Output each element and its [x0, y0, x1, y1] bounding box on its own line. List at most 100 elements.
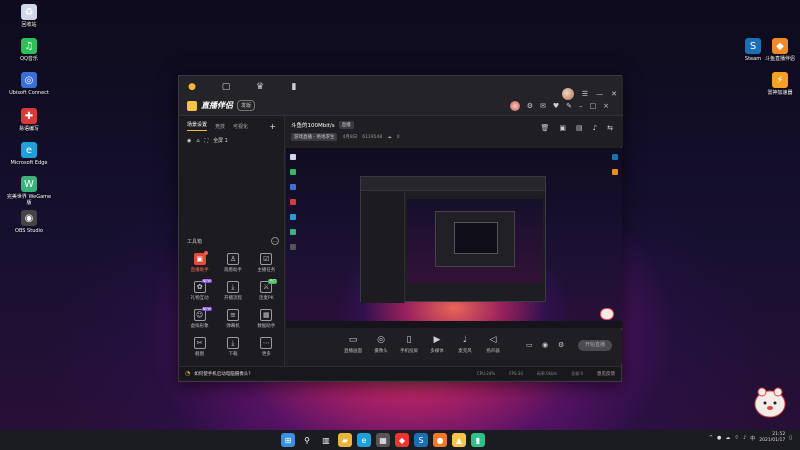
desktop-icon[interactable]: ♻ 回收站: [6, 4, 52, 28]
scene-item[interactable]: ◉ ⌂ ⛶ 全屏 1: [179, 131, 284, 150]
tool-data[interactable]: ▦ 数据助手: [250, 309, 283, 329]
desktop-icon[interactable]: ◉ OBS Studio: [6, 210, 52, 234]
tool-avatar[interactable]: ☺ 虚拟形象 NEW: [183, 307, 216, 329]
home-nav-icon[interactable]: ●: [185, 80, 199, 94]
source-label: 摄像头: [374, 349, 388, 354]
tool-download[interactable]: ⤓ 开播流程: [216, 281, 249, 301]
source-microphone-button[interactable]: ♩ 麦克风: [452, 335, 478, 354]
source-speaker-button[interactable]: ◁ 扬声器: [480, 335, 506, 354]
clock[interactable]: 21:52 2021/01/17: [759, 432, 785, 444]
source-phone-cast-button[interactable]: ▯ 手机投屏: [396, 335, 422, 354]
source-monitor-button[interactable]: ▭ 直播画面: [340, 335, 366, 354]
menu-icon[interactable]: ☰: [582, 90, 588, 98]
desktop-icon[interactable]: ♫ QQ音乐: [6, 38, 52, 62]
min-icon[interactable]: –: [579, 102, 583, 110]
tool-gift[interactable]: ✿ 礼物互动 NEW: [183, 279, 216, 301]
tool-download[interactable]: ⤓ 下载: [216, 337, 249, 357]
terminal-icon[interactable]: ▮: [471, 433, 485, 447]
crown-nav-icon[interactable]: ♛: [253, 80, 267, 94]
tray-app-icon[interactable]: ●: [717, 435, 721, 441]
desktop-icon[interactable]: ✚ 易语编写: [6, 108, 52, 132]
firefox-icon[interactable]: ●: [433, 433, 447, 447]
toolbox-header: 工具箱 …: [187, 237, 279, 245]
search-icon[interactable]: ⚲: [300, 433, 314, 447]
record-icon[interactable]: ▭: [526, 341, 533, 349]
tab-visual[interactable]: 可视化: [233, 123, 248, 130]
eye-icon[interactable]: ◉: [187, 138, 191, 144]
layout-icon[interactable]: ▤: [576, 124, 583, 132]
live-companion-icon[interactable]: ▲: [452, 433, 466, 447]
skin-icon[interactable]: ✎: [566, 102, 572, 110]
settings-icon[interactable]: ⚙: [527, 102, 533, 110]
chart-nav-icon[interactable]: ▮: [287, 80, 301, 94]
file-explorer-icon[interactable]: ▰: [338, 433, 352, 447]
gift-icon[interactable]: ♥: [553, 102, 559, 110]
preview-taskbar: [286, 321, 622, 328]
feedback-link[interactable]: 意见反馈: [597, 371, 615, 377]
tray-ime-icon[interactable]: 中: [750, 435, 755, 442]
start-live-button[interactable]: 开始直播: [578, 340, 612, 351]
profile-avatar[interactable]: [509, 101, 520, 111]
douyu-icon[interactable]: ◆: [395, 433, 409, 447]
desktop-icon[interactable]: W 完美世界 WeGame版: [6, 176, 52, 206]
settings-gear-icon[interactable]: ⚙: [558, 341, 564, 349]
toolbox-more-icon[interactable]: …: [271, 237, 279, 245]
tray-cloud-icon[interactable]: ☁: [725, 435, 730, 441]
tool-pk[interactable]: ⚔ 连麦PK 热门: [250, 279, 283, 301]
max-icon[interactable]: □: [590, 102, 597, 110]
live-preview[interactable]: [286, 148, 622, 328]
tab-scene[interactable]: 场景设置: [187, 121, 208, 131]
tool-label: 直播助手: [190, 268, 209, 273]
steam-icon[interactable]: S: [414, 433, 428, 447]
lock-icon[interactable]: ⌂: [196, 138, 199, 144]
head-actions: 🗑 ▣ ▤ ♪ ⇆: [541, 124, 613, 132]
trash-icon[interactable]: 🗑: [541, 124, 550, 132]
monitor-icon: ▭: [348, 335, 358, 345]
save-icon[interactable]: ▣: [559, 124, 566, 132]
tool-more[interactable]: ⋯ 更多: [250, 337, 283, 357]
desktop-icon-label: QQ音乐: [20, 56, 38, 62]
room-chip: 直播: [338, 121, 354, 129]
notification-icon[interactable]: ▯: [789, 435, 792, 441]
desktop-icon-label: OBS Studio: [15, 228, 43, 234]
task-view-icon[interactable]: ▥: [319, 433, 333, 447]
tool-screenshot[interactable]: ✂ 截图: [183, 337, 216, 357]
edge-icon[interactable]: e: [357, 433, 371, 447]
microphone-icon: ♩: [462, 335, 468, 345]
secondary-controls: ⚙ ✉ ♥ ✎ – □ ×: [509, 101, 609, 111]
tray-volume-icon[interactable]: ♪: [743, 435, 746, 441]
room-category[interactable]: 游戏直播 - 绝地求生: [291, 133, 338, 141]
stat-item: FPS:30: [509, 370, 523, 376]
close-icon[interactable]: ✕: [611, 90, 617, 98]
tool-user[interactable]: ♙ 观看助手: [216, 253, 249, 273]
desktop-icon[interactable]: e Microsoft Edge: [6, 142, 52, 166]
tool-badge: [203, 251, 208, 255]
bell-icon[interactable]: ♪: [593, 124, 597, 132]
add-scene-icon[interactable]: +: [269, 122, 276, 131]
tip-message[interactable]: 如何使手机启动电脑摄像头?: [194, 371, 250, 377]
tool-barrage[interactable]: ≡ 弹幕机: [216, 309, 249, 329]
windows-start-icon[interactable]: ⊞: [281, 433, 295, 447]
minimize-icon[interactable]: —: [596, 90, 603, 98]
tray-network-icon[interactable]: ⌔: [734, 435, 739, 441]
tool-task[interactable]: ☑ 主播任务: [250, 253, 283, 273]
desktop-icon[interactable]: ◆ 斗鱼直播伴侣: [760, 38, 800, 62]
user-avatar[interactable]: [561, 88, 574, 100]
room-title-row: 斗鱼的100Mbit/s 直播: [291, 121, 354, 129]
desktop-icon[interactable]: ◎ Ubisoft Connect: [6, 72, 52, 96]
desktop-icon[interactable]: ⚡ 雷神加速器: [760, 72, 800, 96]
message-icon[interactable]: ✉: [540, 102, 546, 110]
tool-camera[interactable]: ▣ 直播助手: [183, 251, 216, 273]
x-icon[interactable]: ×: [603, 102, 609, 110]
source-webcam-button[interactable]: ◎ 摄像头: [368, 335, 394, 354]
tab-compete[interactable]: 竞技: [215, 123, 225, 130]
source-media-button[interactable]: ▶ 多媒体: [424, 335, 450, 354]
tray-expand-icon[interactable]: ^: [709, 435, 713, 441]
camera-switch-icon[interactable]: ◉: [542, 341, 548, 349]
live-nav-icon[interactable]: ▢: [219, 80, 233, 94]
source-toolbar: ▭ ◉ ⚙ 开始直播 ▭ 直播画面 ◎ 摄像头 ▯ 手机投屏 ▶ 多媒体 ♩ 麦克风 ◁ 扬声器: [286, 330, 622, 364]
room-title[interactable]: 斗鱼的100Mbit/s: [291, 121, 335, 129]
version-chip[interactable]: 发版: [237, 100, 256, 111]
share-icon[interactable]: ⇆: [607, 124, 613, 132]
store-icon[interactable]: ▦: [376, 433, 390, 447]
